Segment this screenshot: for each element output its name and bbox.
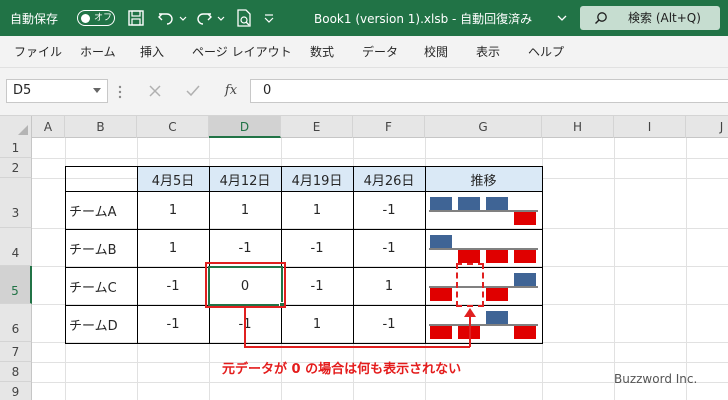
spreadsheet-grid: A B C D E F G H I J 1 2 3 4 5 6 7 8 9 4月… — [0, 116, 728, 400]
formula-bar-area: D5 fx 0 — [0, 68, 728, 116]
formula-input[interactable]: 0 — [250, 79, 728, 103]
title-bar: 自動保存 オフ Book1 (version 1).xlsb - 自動回復済み — [0, 0, 728, 36]
chevron-down-icon[interactable] — [93, 88, 101, 94]
undo-icon[interactable] — [156, 8, 176, 28]
search-icon — [595, 12, 607, 24]
separator-dots-icon[interactable] — [118, 84, 122, 100]
ribbon-tabs: ファイル ホーム 挿入 ページ レイアウト 数式 データ 校閲 表示 ヘルプ — [0, 36, 728, 68]
redo-icon[interactable] — [194, 8, 214, 28]
title-dropdown-icon[interactable] — [556, 8, 568, 28]
tab-home[interactable]: ホーム — [80, 36, 116, 68]
tab-formulas[interactable]: 数式 — [310, 36, 334, 68]
tab-page-layout[interactable]: ページ レイアウト — [192, 36, 292, 68]
formula-value: 0 — [263, 83, 272, 98]
tab-view[interactable]: 表示 — [476, 36, 500, 68]
save-icon[interactable] — [126, 8, 146, 28]
tab-review[interactable]: 校閲 — [424, 36, 448, 68]
document-title: Book1 (version 1).xlsb - 自動回復済み — [314, 11, 533, 26]
insert-function-button[interactable]: fx — [220, 80, 242, 102]
name-box-value: D5 — [13, 83, 32, 98]
tab-insert[interactable]: 挿入 — [140, 36, 164, 68]
customize-toolbar-icon[interactable] — [262, 8, 276, 28]
enter-check-icon[interactable] — [182, 80, 204, 102]
autosave-label: 自動保存 — [10, 11, 59, 26]
print-preview-icon[interactable] — [234, 8, 254, 28]
undo-dropdown-icon[interactable] — [178, 8, 188, 28]
name-box[interactable]: D5 — [6, 79, 108, 103]
tab-data[interactable]: データ — [362, 36, 398, 68]
tab-file[interactable]: ファイル — [14, 36, 62, 68]
toggle-knob — [81, 13, 90, 23]
watermark: Buzzword Inc. — [614, 372, 698, 386]
tab-help[interactable]: ヘルプ — [528, 36, 564, 68]
autosave-toggle[interactable]: オフ — [77, 10, 115, 26]
annotation-text: 元データが 0 の場合は何も表示されない — [222, 362, 462, 377]
cancel-icon[interactable] — [144, 80, 166, 102]
search-box[interactable]: 検索 (Alt+Q) — [580, 6, 720, 30]
autosave-state: オフ — [94, 13, 113, 23]
search-placeholder: 検索 (Alt+Q) — [628, 11, 701, 25]
redo-dropdown-icon[interactable] — [216, 8, 226, 28]
